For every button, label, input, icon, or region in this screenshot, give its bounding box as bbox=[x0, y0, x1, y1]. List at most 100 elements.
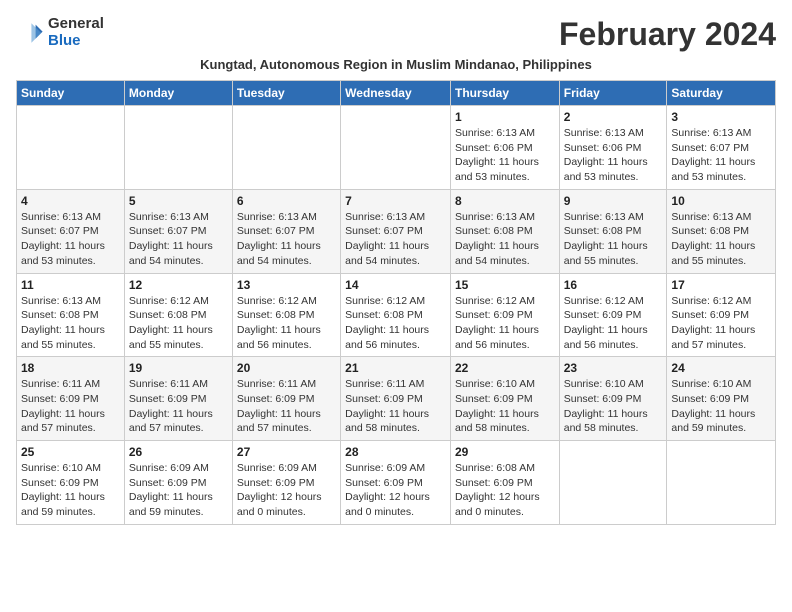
day-info: Sunrise: 6:12 AMSunset: 6:08 PMDaylight:… bbox=[129, 294, 228, 353]
calendar-cell: 25 Sunrise: 6:10 AMSunset: 6:09 PMDayligh… bbox=[17, 441, 125, 525]
calendar-cell: 9 Sunrise: 6:13 AMSunset: 6:08 PMDaylight… bbox=[559, 189, 667, 273]
day-info: Sunrise: 6:12 AMSunset: 6:09 PMDaylight:… bbox=[671, 294, 771, 353]
day-number: 5 bbox=[129, 194, 228, 208]
logo-text: General Blue bbox=[48, 16, 104, 49]
day-number: 1 bbox=[455, 110, 555, 124]
calendar-cell: 14 Sunrise: 6:12 AMSunset: 6:08 PMDayligh… bbox=[341, 273, 451, 357]
day-info: Sunrise: 6:11 AMSunset: 6:09 PMDaylight:… bbox=[129, 377, 228, 436]
day-info: Sunrise: 6:13 AMSunset: 6:07 PMDaylight:… bbox=[21, 210, 120, 269]
calendar-cell: 19 Sunrise: 6:11 AMSunset: 6:09 PMDayligh… bbox=[124, 357, 232, 441]
logo: General Blue bbox=[16, 16, 104, 49]
calendar-cell: 7 Sunrise: 6:13 AMSunset: 6:07 PMDaylight… bbox=[341, 189, 451, 273]
calendar-cell: 2Sunrise: 6:13 AMSunset: 6:06 PMDaylight… bbox=[559, 106, 667, 190]
day-number: 6 bbox=[237, 194, 336, 208]
day-info: Sunrise: 6:10 AMSunset: 6:09 PMDaylight:… bbox=[21, 461, 120, 520]
calendar-cell: 27 Sunrise: 6:09 AMSunset: 6:09 PMDayligh… bbox=[232, 441, 340, 525]
calendar-week-row: 4 Sunrise: 6:13 AMSunset: 6:07 PMDaylight… bbox=[17, 189, 776, 273]
calendar-cell bbox=[124, 106, 232, 190]
day-number: 17 bbox=[671, 278, 771, 292]
calendar-cell: 15 Sunrise: 6:12 AMSunset: 6:09 PMDayligh… bbox=[450, 273, 559, 357]
calendar-cell: 22 Sunrise: 6:10 AMSunset: 6:09 PMDayligh… bbox=[450, 357, 559, 441]
calendar-cell: 17 Sunrise: 6:12 AMSunset: 6:09 PMDayligh… bbox=[667, 273, 776, 357]
logo-icon bbox=[16, 19, 44, 47]
day-info: Sunrise: 6:13 AMSunset: 6:06 PMDaylight:… bbox=[564, 126, 663, 185]
day-number: 12 bbox=[129, 278, 228, 292]
day-number: 29 bbox=[455, 445, 555, 459]
day-info: Sunrise: 6:11 AMSunset: 6:09 PMDaylight:… bbox=[21, 377, 120, 436]
calendar-cell bbox=[232, 106, 340, 190]
day-number: 25 bbox=[21, 445, 120, 459]
day-number: 14 bbox=[345, 278, 446, 292]
calendar-cell: 1Sunrise: 6:13 AMSunset: 6:06 PMDaylight… bbox=[450, 106, 559, 190]
day-number: 20 bbox=[237, 361, 336, 375]
subtitle: Kungtad, Autonomous Region in Muslim Min… bbox=[16, 57, 776, 72]
day-number: 11 bbox=[21, 278, 120, 292]
calendar-cell: 28 Sunrise: 6:09 AMSunset: 6:09 PMDayligh… bbox=[341, 441, 451, 525]
day-number: 15 bbox=[455, 278, 555, 292]
calendar-cell: 6 Sunrise: 6:13 AMSunset: 6:07 PMDaylight… bbox=[232, 189, 340, 273]
calendar-cell bbox=[667, 441, 776, 525]
calendar-cell: 5Sunrise: 6:13 AMSunset: 6:07 PMDaylight… bbox=[124, 189, 232, 273]
calendar-week-row: 11 Sunrise: 6:13 AMSunset: 6:08 PMDayligh… bbox=[17, 273, 776, 357]
calendar-body: 1 Sunrise: 6:13 AMSunset: 6:06 PMDaylight… bbox=[17, 106, 776, 525]
calendar-cell: 16Sunrise: 6:12 AMSunset: 6:09 PMDayligh… bbox=[559, 273, 667, 357]
day-number: 10 bbox=[671, 194, 771, 208]
day-info: Sunrise: 6:12 AMSunset: 6:09 PMDaylight:… bbox=[564, 294, 663, 353]
day-number: 9 bbox=[564, 194, 663, 208]
calendar-cell: 29Sunrise: 6:08 AMSunset: 6:09 PMDayligh… bbox=[450, 441, 559, 525]
calendar-week-row: 18 Sunrise: 6:11 AMSunset: 6:09 PMDayligh… bbox=[17, 357, 776, 441]
dow-header: Friday bbox=[559, 81, 667, 106]
dow-header: Thursday bbox=[450, 81, 559, 106]
logo-general: General bbox=[48, 16, 104, 33]
dow-header: Monday bbox=[124, 81, 232, 106]
day-number: 22 bbox=[455, 361, 555, 375]
day-number: 28 bbox=[345, 445, 446, 459]
day-info: Sunrise: 6:11 AMSunset: 6:09 PMDaylight:… bbox=[237, 377, 336, 436]
calendar-cell bbox=[17, 106, 125, 190]
calendar-cell: 24 Sunrise: 6:10 AMSunset: 6:09 PMDayligh… bbox=[667, 357, 776, 441]
day-info: Sunrise: 6:11 AMSunset: 6:09 PMDaylight:… bbox=[345, 377, 446, 436]
calendar-cell: 4 Sunrise: 6:13 AMSunset: 6:07 PMDaylight… bbox=[17, 189, 125, 273]
calendar-cell: 21 Sunrise: 6:11 AMSunset: 6:09 PMDayligh… bbox=[341, 357, 451, 441]
day-info: Sunrise: 6:13 AMSunset: 6:07 PMDaylight:… bbox=[671, 126, 771, 185]
calendar-week-row: 1 Sunrise: 6:13 AMSunset: 6:06 PMDaylight… bbox=[17, 106, 776, 190]
days-of-week-row: SundayMondayTuesdayWednesdayThursdayFrid… bbox=[17, 81, 776, 106]
day-number: 24 bbox=[671, 361, 771, 375]
day-number: 27 bbox=[237, 445, 336, 459]
month-title: February 2024 bbox=[559, 16, 776, 53]
day-info: Sunrise: 6:13 AMSunset: 6:07 PMDaylight:… bbox=[237, 210, 336, 269]
day-number: 19 bbox=[129, 361, 228, 375]
calendar-cell: 13Sunrise: 6:12 AMSunset: 6:08 PMDayligh… bbox=[232, 273, 340, 357]
dow-header: Tuesday bbox=[232, 81, 340, 106]
day-number: 4 bbox=[21, 194, 120, 208]
day-info: Sunrise: 6:13 AMSunset: 6:08 PMDaylight:… bbox=[21, 294, 120, 353]
day-number: 21 bbox=[345, 361, 446, 375]
day-info: Sunrise: 6:13 AMSunset: 6:07 PMDaylight:… bbox=[345, 210, 446, 269]
day-info: Sunrise: 6:12 AMSunset: 6:08 PMDaylight:… bbox=[345, 294, 446, 353]
day-number: 23 bbox=[564, 361, 663, 375]
day-info: Sunrise: 6:13 AMSunset: 6:08 PMDaylight:… bbox=[455, 210, 555, 269]
day-info: Sunrise: 6:09 AMSunset: 6:09 PMDaylight:… bbox=[237, 461, 336, 520]
calendar-cell bbox=[559, 441, 667, 525]
day-info: Sunrise: 6:10 AMSunset: 6:09 PMDaylight:… bbox=[671, 377, 771, 436]
calendar-cell: 20 Sunrise: 6:11 AMSunset: 6:09 PMDayligh… bbox=[232, 357, 340, 441]
calendar-cell: 26Sunrise: 6:09 AMSunset: 6:09 PMDayligh… bbox=[124, 441, 232, 525]
day-number: 7 bbox=[345, 194, 446, 208]
calendar-cell: 23 Sunrise: 6:10 AMSunset: 6:09 PMDayligh… bbox=[559, 357, 667, 441]
dow-header: Sunday bbox=[17, 81, 125, 106]
day-info: Sunrise: 6:10 AMSunset: 6:09 PMDaylight:… bbox=[455, 377, 555, 436]
day-number: 8 bbox=[455, 194, 555, 208]
day-info: Sunrise: 6:12 AMSunset: 6:09 PMDaylight:… bbox=[455, 294, 555, 353]
header: General Blue February 2024 bbox=[16, 16, 776, 53]
day-number: 26 bbox=[129, 445, 228, 459]
calendar-cell: 3 Sunrise: 6:13 AMSunset: 6:07 PMDaylight… bbox=[667, 106, 776, 190]
day-info: Sunrise: 6:09 AMSunset: 6:09 PMDaylight:… bbox=[345, 461, 446, 520]
day-number: 18 bbox=[21, 361, 120, 375]
day-info: Sunrise: 6:13 AMSunset: 6:08 PMDaylight:… bbox=[564, 210, 663, 269]
calendar-cell: 10Sunrise: 6:13 AMSunset: 6:08 PMDayligh… bbox=[667, 189, 776, 273]
day-number: 3 bbox=[671, 110, 771, 124]
day-info: Sunrise: 6:10 AMSunset: 6:09 PMDaylight:… bbox=[564, 377, 663, 436]
calendar-cell bbox=[341, 106, 451, 190]
calendar-cell: 11 Sunrise: 6:13 AMSunset: 6:08 PMDayligh… bbox=[17, 273, 125, 357]
logo-blue: Blue bbox=[48, 33, 104, 50]
